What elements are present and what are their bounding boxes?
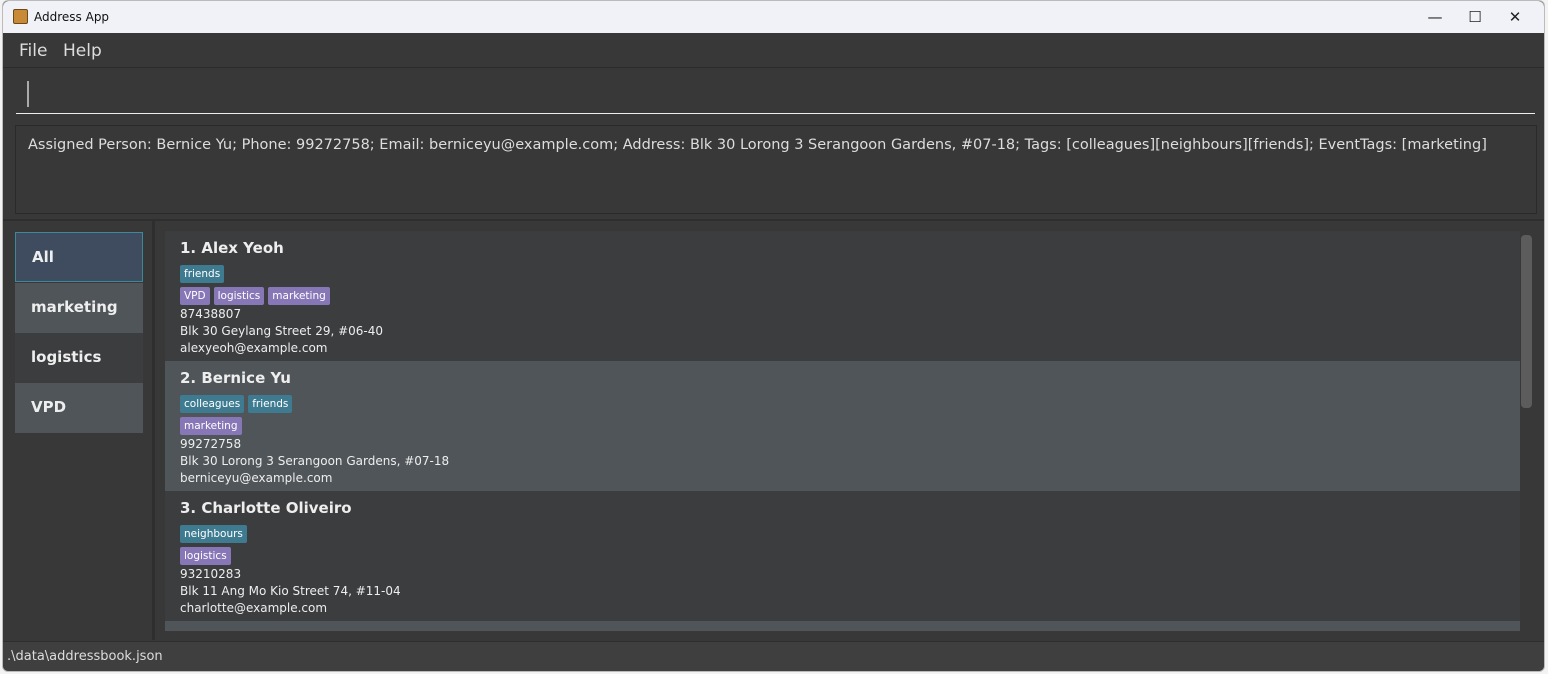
person-name: 1. Alex Yeoh: [180, 239, 284, 257]
event-item-vpd[interactable]: VPD: [15, 383, 143, 433]
tag-row: neighbours: [180, 522, 1505, 544]
person-name: 3. Charlotte Oliveiro: [180, 499, 352, 517]
command-input[interactable]: [16, 74, 1535, 114]
event-tag: marketing: [180, 417, 242, 435]
person-address: Blk 30 Geylang Street 29, #06-40: [180, 324, 384, 338]
maximize-icon[interactable]: ☐: [1455, 5, 1495, 29]
tag-row: friends: [180, 262, 1505, 284]
close-icon[interactable]: ✕: [1495, 5, 1535, 29]
tag: colleagues: [180, 395, 245, 413]
app-icon: [13, 9, 28, 24]
person-card-partial[interactable]: [165, 621, 1520, 631]
person-card[interactable]: 2. Bernice Yu colleagues friends marketing 9…: [165, 361, 1520, 491]
event-tag: logistics: [180, 547, 231, 565]
address-app-window: Address App — ☐ ✕ File Help Assigned Per…: [2, 0, 1545, 672]
event-list-panel: All marketing logistics VPD: [3, 221, 155, 640]
minimize-icon[interactable]: —: [1415, 5, 1455, 29]
menu-file[interactable]: File: [19, 41, 47, 61]
person-phone: 93210283: [180, 567, 242, 581]
event-tag: marketing: [268, 287, 330, 305]
tag: neighbours: [180, 525, 247, 543]
menu-help[interactable]: Help: [63, 41, 102, 61]
event-tag-row: logistics: [180, 544, 1505, 566]
divider: [3, 219, 1544, 221]
text-caret: [27, 81, 29, 107]
menu-bar: File Help: [3, 33, 1544, 68]
tag: friends: [180, 265, 225, 283]
event-tag: VPD: [180, 287, 210, 305]
scrollbar[interactable]: [1521, 235, 1532, 408]
event-item-marketing[interactable]: marketing: [15, 283, 143, 333]
person-email: alexyeoh@example.com: [180, 341, 328, 355]
person-address: Blk 11 Ang Mo Kio Street 74, #11-04: [180, 584, 401, 598]
person-phone: 87438807: [180, 307, 242, 321]
window-title: Address App: [34, 10, 110, 24]
person-address: Blk 30 Lorong 3 Serangoon Gardens, #07-1…: [180, 454, 450, 468]
person-phone: 99272758: [180, 437, 242, 451]
person-email: berniceyu@example.com: [180, 471, 333, 485]
tag: friends: [248, 395, 293, 413]
tag-row: colleagues friends: [180, 392, 1505, 414]
status-bar: .\data\addressbook.json: [3, 641, 1544, 671]
event-tag-row: marketing: [180, 414, 1505, 436]
event-item-all[interactable]: All: [15, 232, 143, 282]
title-bar: Address App — ☐ ✕: [3, 1, 1544, 33]
person-list: 1. Alex Yeoh friends VPD logistics marketing…: [165, 231, 1520, 631]
result-display: Assigned Person: Bernice Yu; Phone: 9927…: [15, 125, 1537, 214]
event-tag-row: VPD logistics marketing: [180, 284, 1505, 306]
person-name: 2. Bernice Yu: [180, 369, 291, 387]
event-item-logistics[interactable]: logistics: [15, 333, 143, 383]
event-tag: logistics: [213, 287, 265, 305]
person-card[interactable]: 1. Alex Yeoh friends VPD logistics marketing…: [165, 231, 1520, 361]
person-card[interactable]: 3. Charlotte Oliveiro neighbours logistics…: [165, 491, 1520, 621]
person-email: charlotte@example.com: [180, 601, 328, 615]
